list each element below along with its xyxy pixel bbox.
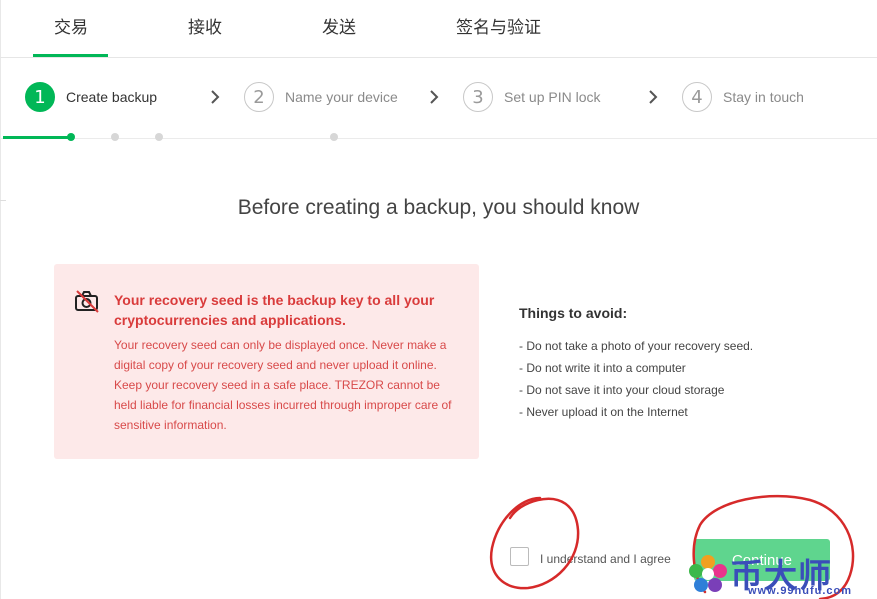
- step-number: 3: [463, 82, 493, 112]
- step-number: 1: [25, 82, 55, 112]
- chevron-right-icon: [211, 90, 220, 104]
- step-progress-bar: [3, 136, 71, 139]
- progress-dot: [330, 133, 338, 141]
- warning-box: Your recovery seed is the backup key to …: [54, 264, 479, 459]
- step-number: 4: [682, 82, 712, 112]
- step-label: Stay in touch: [723, 89, 804, 105]
- step-create-backup[interactable]: 1 Create backup: [25, 81, 157, 113]
- step-label: Set up PIN lock: [504, 89, 601, 105]
- chevron-right-icon: [649, 90, 658, 104]
- step-label: Name your device: [285, 89, 398, 105]
- warning-body: Your recovery seed can only be displayed…: [114, 338, 452, 432]
- progress-dot: [111, 133, 119, 141]
- progress-dot: [67, 133, 75, 141]
- watermark: 币大师 www.99hufu.com: [688, 552, 873, 598]
- list-item: - Do not write it into a computer: [519, 361, 686, 375]
- top-tab-bar: 交易 接收 发送 签名与验证: [0, 0, 877, 58]
- tab-receive[interactable]: 接收: [188, 13, 222, 38]
- agree-label: I understand and I agree: [540, 552, 671, 566]
- watermark-url: www.99hufu.com: [748, 585, 853, 597]
- list-item: - Do not take a photo of your recovery s…: [519, 339, 754, 353]
- chevron-right-icon: [430, 90, 439, 104]
- agree-checkbox[interactable]: [510, 547, 529, 566]
- flower-logo-icon: [689, 555, 727, 592]
- annotation-circle: [489, 496, 580, 590]
- tab-sign-verify[interactable]: 签名与验证: [456, 13, 541, 38]
- step-name-device[interactable]: 2 Name your device: [244, 81, 398, 113]
- warning-title: Your recovery seed is the backup key to …: [114, 292, 435, 328]
- tab-send[interactable]: 发送: [322, 13, 356, 38]
- list-item: - Never upload it on the Internet: [519, 405, 688, 419]
- page-heading: Before creating a backup, you should kno…: [237, 196, 640, 219]
- step-stay-in-touch[interactable]: 4 Stay in touch: [682, 81, 804, 113]
- step-number: 2: [244, 82, 274, 112]
- setup-stepper: 1 Create backup 2 Name your device 3 Set…: [0, 57, 877, 139]
- step-label: Create backup: [66, 89, 158, 105]
- tab-trade[interactable]: 交易: [54, 13, 88, 38]
- avoid-title: Things to avoid:: [519, 305, 628, 321]
- step-pin-lock[interactable]: 3 Set up PIN lock: [463, 81, 601, 113]
- avoid-list: - Do not take a photo of your recovery s…: [519, 335, 753, 423]
- progress-dot: [155, 133, 163, 141]
- no-camera-icon: [75, 290, 99, 313]
- list-item: - Do not save it into your cloud storage: [519, 383, 725, 397]
